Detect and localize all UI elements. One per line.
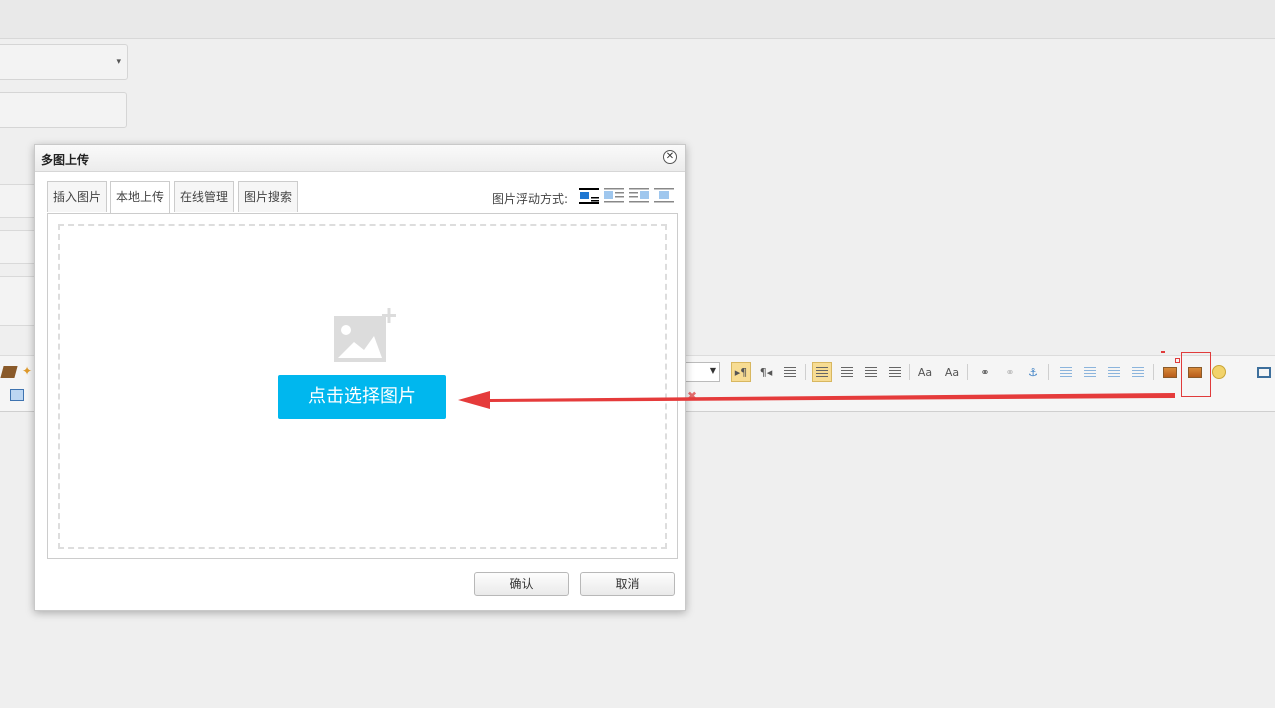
choose-image-button[interactable]: 点击选择图片 <box>278 375 446 419</box>
top-bar <box>0 0 1275 39</box>
font-case-upper-icon[interactable]: Aa <box>915 362 935 382</box>
toolbar-separator <box>909 364 910 380</box>
annotation-mark <box>1175 358 1180 363</box>
float-none-icon[interactable] <box>579 188 599 204</box>
annotation-mark <box>1161 351 1165 353</box>
multi-image-upload-dialog: 多图上传 ✕ 插入图片 本地上传 在线管理 图片搜索 图片浮动方式: 点击选择图… <box>34 144 686 611</box>
toolbar-separator <box>805 364 806 380</box>
toolbar-separator <box>967 364 968 380</box>
background-select[interactable]: ▾ <box>0 44 128 80</box>
link-icon[interactable]: ⚭ <box>975 362 995 382</box>
font-case-lower-icon[interactable]: Aa <box>942 362 962 382</box>
simple-image-icon[interactable] <box>1160 362 1180 382</box>
tab-insert-image[interactable]: 插入图片 <box>47 181 108 212</box>
float-right-icon[interactable] <box>629 188 649 204</box>
close-icon[interactable]: ✕ <box>663 150 677 164</box>
image-left-icon[interactable] <box>1080 362 1100 382</box>
confirm-button[interactable]: 确认 <box>474 572 569 596</box>
chevron-down-icon: ▼ <box>709 366 716 375</box>
toolbar-separator <box>1153 364 1154 380</box>
justify-right-icon[interactable] <box>861 362 881 382</box>
dialog-title: 多图上传 <box>41 153 90 167</box>
annotation-highlight-box <box>1181 352 1211 397</box>
preview-icon[interactable] <box>1254 362 1274 382</box>
float-center-icon[interactable] <box>654 188 674 204</box>
tab-image-search[interactable]: 图片搜索 <box>238 181 299 212</box>
justify-left-icon[interactable] <box>812 362 832 382</box>
chevron-down-icon: ▾ <box>116 57 121 67</box>
image-center-icon[interactable] <box>1128 362 1148 382</box>
toolbar-separator <box>1048 364 1049 380</box>
emotion-icon[interactable] <box>1209 362 1229 382</box>
unlink-icon[interactable]: ⚭ <box>1000 362 1020 382</box>
float-mode-label: 图片浮动方式: <box>492 192 569 206</box>
anchor-icon[interactable]: ⚓ <box>1023 362 1043 382</box>
background-input[interactable] <box>0 92 127 128</box>
delete-icon[interactable]: ✖ <box>687 389 697 403</box>
rtl-icon[interactable]: ¶◂ <box>756 362 776 382</box>
image-none-icon[interactable] <box>1056 362 1076 382</box>
template-icon[interactable] <box>10 389 24 401</box>
indent-icon[interactable] <box>780 362 800 382</box>
dialog-titlebar[interactable]: 多图上传 ✕ <box>35 145 685 172</box>
tab-online-manage[interactable]: 在线管理 <box>174 181 235 212</box>
float-left-icon[interactable] <box>604 188 624 204</box>
magic-wand-icon[interactable]: ✦ <box>22 364 34 378</box>
justify-full-icon[interactable] <box>885 362 905 382</box>
ltr-icon[interactable]: ▸¶ <box>731 362 751 382</box>
toolbar-dropdown[interactable]: ▼ <box>680 362 720 382</box>
justify-center-icon[interactable] <box>837 362 857 382</box>
tab-local-upload[interactable]: 本地上传 <box>110 181 171 213</box>
image-placeholder-icon <box>334 308 396 362</box>
image-right-icon[interactable] <box>1104 362 1124 382</box>
cancel-button[interactable]: 取消 <box>580 572 675 596</box>
